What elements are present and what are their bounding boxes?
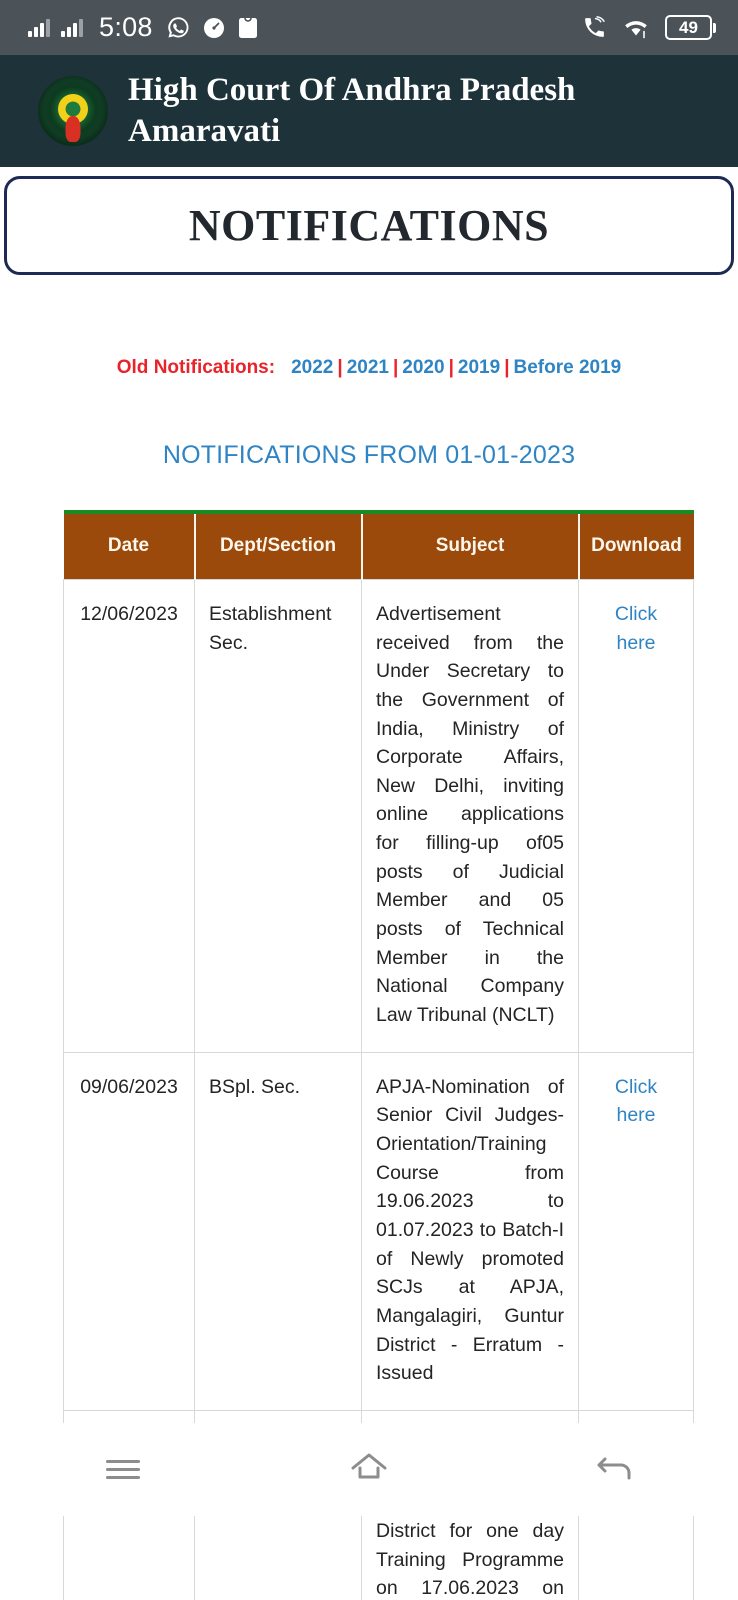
table-header: Date Dept/Section Subject Download xyxy=(63,509,694,580)
page-content: NOTIFICATIONS Old Notifications: 2022 | 202… xyxy=(0,176,738,1600)
battery-level-label: 49 xyxy=(679,18,698,37)
old-notifications-label: Old Notifications: xyxy=(116,357,276,378)
old-notifications-link-2022[interactable]: 2022 xyxy=(291,357,333,378)
column-header-subject: Subject xyxy=(360,509,580,580)
home-button[interactable] xyxy=(314,1440,424,1500)
download-link[interactable]: Click here xyxy=(615,1076,657,1127)
hamburger-icon xyxy=(106,1455,140,1484)
status-bar-clock: 5:08 xyxy=(99,12,153,42)
link-separator: | xyxy=(337,357,343,378)
link-separator: | xyxy=(392,357,399,378)
download-link[interactable]: Click here xyxy=(615,603,657,654)
app-title: High Court Of Andhra Pradesh Amaravati xyxy=(128,70,575,151)
andhra-pradesh-emblem-icon xyxy=(38,76,108,146)
link-separator: | xyxy=(448,357,454,378)
status-bar-right: 49 xyxy=(582,15,716,40)
cell-subject: APJA-Nomination of Senior Civil Judges-O… xyxy=(361,1051,579,1411)
app-title-line1: High Court Of Andhra Pradesh xyxy=(128,72,576,109)
back-arrow-icon xyxy=(593,1449,637,1490)
wifi-icon xyxy=(623,17,649,39)
signal-bars-sim2-icon xyxy=(61,18,83,37)
old-notifications-link-2021[interactable]: 2021 xyxy=(347,357,389,378)
old-notifications-link-2020[interactable]: 2020 xyxy=(402,357,444,378)
signal-bars-sim1-icon xyxy=(28,18,50,37)
column-header-download: Download xyxy=(577,509,694,580)
link-separator: | xyxy=(504,357,510,378)
column-header-dept-section: Dept/Section xyxy=(193,509,363,580)
page-title: NOTIFICATIONS xyxy=(188,201,550,250)
speedometer-icon xyxy=(202,16,226,40)
missed-call-icon xyxy=(582,15,607,40)
cell-download: Click here xyxy=(578,1051,694,1411)
back-button[interactable] xyxy=(560,1440,670,1500)
shopping-bag-icon xyxy=(237,15,259,40)
table-row: 12/06/2023 Establishment Sec. Advertisem… xyxy=(63,578,694,1053)
home-icon xyxy=(347,1449,391,1490)
page-title-box: NOTIFICATIONS xyxy=(4,176,734,275)
cell-date: 12/06/2023 xyxy=(63,578,195,1053)
old-notifications-link-before-2019[interactable]: Before 2019 xyxy=(514,357,622,378)
app-title-line2: Amaravati xyxy=(128,113,281,149)
android-nav-bar xyxy=(0,1423,738,1516)
status-bar: 5:08 49 xyxy=(0,0,738,55)
whatsapp-icon xyxy=(166,15,191,40)
column-header-date: Date xyxy=(63,509,196,580)
cell-download: Click here xyxy=(578,578,694,1053)
old-notifications-link-2019[interactable]: 2019 xyxy=(458,357,500,378)
app-header: High Court Of Andhra Pradesh Amaravati xyxy=(0,55,738,167)
cell-dept: Establishment Sec. xyxy=(194,578,362,1053)
table-header-row: Date Dept/Section Subject Download xyxy=(63,509,694,580)
table-row: 09/06/2023 BSpl. Sec. APJA-Nomination of… xyxy=(63,1051,694,1411)
notifications-from-heading: NOTIFICATIONS FROM 01-01-2023 xyxy=(162,441,576,469)
old-notifications-row: Old Notifications: 2022 | 2021 | 2020 | 2019 | Be… xyxy=(0,357,738,379)
status-bar-left: 5:08 xyxy=(28,14,259,41)
recents-button[interactable] xyxy=(68,1440,178,1500)
cell-subject: Advertisement received from the Under Se… xyxy=(361,578,579,1053)
battery-icon: 49 xyxy=(665,15,716,40)
cell-dept: BSpl. Sec. xyxy=(194,1051,362,1411)
cell-date: 09/06/2023 xyxy=(63,1051,195,1411)
